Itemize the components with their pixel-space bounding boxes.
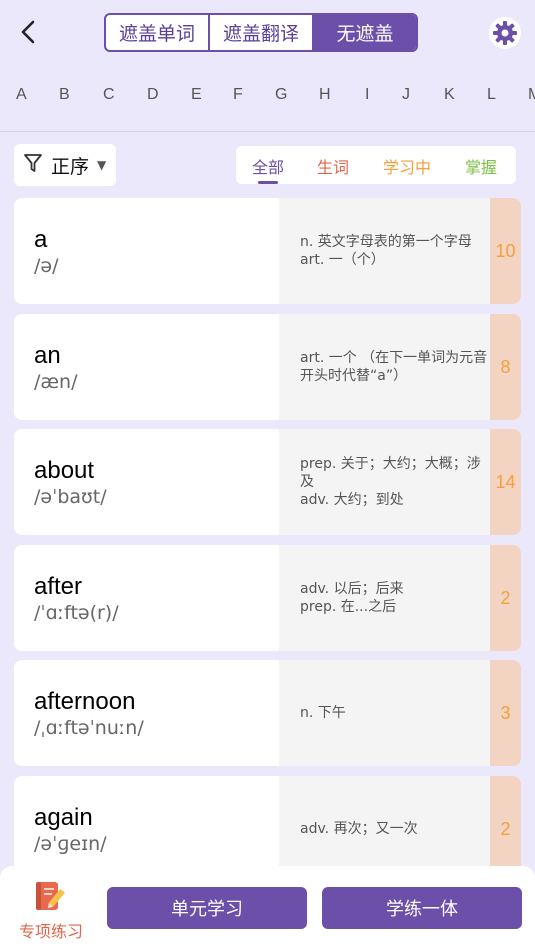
word-card[interactable]: after /ˈɑːftə(r)/ adv. 以后；后来 prep. 在...之… bbox=[14, 545, 521, 651]
count-cell: 14 bbox=[490, 429, 521, 535]
letter-d[interactable]: D bbox=[147, 86, 159, 104]
word-text: after bbox=[34, 573, 83, 600]
phonetic-text: /ə/ bbox=[34, 255, 59, 277]
word-cell: about /əˈbaʊt/ bbox=[14, 429, 279, 535]
letter-j[interactable]: J bbox=[402, 86, 410, 104]
letter-l[interactable]: L bbox=[487, 86, 496, 104]
filter-icon bbox=[23, 152, 43, 178]
letter-c[interactable]: C bbox=[103, 86, 115, 104]
review-count: 10 bbox=[495, 240, 516, 261]
segment-cover-translation[interactable]: 遮盖翻译 bbox=[210, 15, 314, 50]
segment-cover-word[interactable]: 遮盖单词 bbox=[106, 15, 210, 50]
word-cell: a /ə/ bbox=[14, 198, 279, 304]
letter-b[interactable]: B bbox=[59, 86, 70, 104]
bottom-bar: 专项练习 单元学习 学练一体 bbox=[0, 866, 535, 951]
tab-new-words[interactable]: 生词 bbox=[317, 154, 349, 178]
chevron-left-icon[interactable] bbox=[14, 16, 44, 48]
gear-icon[interactable] bbox=[488, 16, 522, 50]
top-bar: 遮盖单词 遮盖翻译 无遮盖 bbox=[0, 0, 535, 64]
sort-label: 正序 bbox=[51, 155, 90, 178]
word-cell: after /ˈɑːftə(r)/ bbox=[14, 545, 279, 651]
tab-learning[interactable]: 学习中 bbox=[383, 154, 431, 178]
special-practice-label: 专项练习 bbox=[18, 922, 83, 941]
notebook-pencil-icon bbox=[33, 880, 65, 912]
word-text: again bbox=[34, 804, 93, 831]
word-text: afternoon bbox=[34, 688, 136, 715]
unit-study-button[interactable]: 单元学习 bbox=[107, 887, 307, 929]
letter-g[interactable]: G bbox=[275, 86, 287, 104]
alphabet-index: A B C D E F G H I J K L M bbox=[0, 80, 535, 116]
tab-mastered[interactable]: 掌握 bbox=[465, 154, 497, 178]
count-cell: 3 bbox=[490, 660, 521, 766]
meaning-text: adv. 以后；后来 prep. 在...之后 bbox=[300, 581, 404, 615]
phonetic-text: /ˈɑːftə(r)/ bbox=[34, 602, 119, 624]
word-card[interactable]: afternoon /ˌɑːftəˈnuːn/ n. 下午 3 bbox=[14, 660, 521, 766]
sort-dropdown[interactable]: 正序 ▼ bbox=[14, 144, 116, 186]
active-tab-indicator bbox=[258, 181, 278, 184]
word-text: about bbox=[34, 457, 95, 484]
phonetic-text: /əˈbaʊt/ bbox=[34, 486, 107, 508]
review-count: 3 bbox=[500, 702, 511, 723]
status-filter-tabs: 全部 生词 学习中 掌握 bbox=[236, 146, 516, 184]
word-card[interactable]: about /əˈbaʊt/ prep. 关于；大约；大概；涉及 adv. 大约… bbox=[14, 429, 521, 535]
meaning-text: art. 一个 （在下一单词为元音开头时代替“a”） bbox=[300, 350, 488, 384]
word-card[interactable]: a /ə/ n. 英文字母表的第一个字母 art. 一（个） 10 bbox=[14, 198, 521, 304]
caret-down-icon: ▼ bbox=[97, 158, 107, 172]
word-card[interactable]: an /æn/ art. 一个 （在下一单词为元音开头时代替“a”） 8 bbox=[14, 314, 521, 420]
word-cell: an /æn/ bbox=[14, 314, 279, 420]
letter-i[interactable]: I bbox=[365, 86, 369, 104]
meaning-cell: n. 英文字母表的第一个字母 art. 一（个） bbox=[279, 198, 490, 304]
tab-all[interactable]: 全部 bbox=[252, 154, 284, 178]
phonetic-text: /æn/ bbox=[34, 371, 78, 393]
letter-k[interactable]: K bbox=[444, 86, 455, 104]
letter-m[interactable]: M bbox=[528, 86, 535, 104]
letter-e[interactable]: E bbox=[191, 86, 202, 104]
review-count: 8 bbox=[500, 356, 511, 377]
meaning-cell: prep. 关于；大约；大概；涉及 adv. 大约；到处 bbox=[279, 429, 490, 535]
study-practice-button[interactable]: 学练一体 bbox=[322, 887, 522, 929]
count-cell: 2 bbox=[490, 545, 521, 651]
letter-h[interactable]: H bbox=[319, 86, 331, 104]
meaning-cell: n. 下午 bbox=[279, 660, 490, 766]
meaning-text: adv. 再次；又一次 bbox=[300, 821, 418, 837]
special-practice-button[interactable]: 专项练习 bbox=[12, 878, 86, 941]
review-count: 2 bbox=[500, 818, 511, 839]
phonetic-text: /ˌɑːftəˈnuːn/ bbox=[34, 717, 144, 739]
review-count: 14 bbox=[495, 471, 516, 492]
meaning-text: n. 下午 bbox=[300, 705, 346, 721]
cover-mode-segmented: 遮盖单词 遮盖翻译 无遮盖 bbox=[104, 13, 418, 52]
meaning-cell: adv. 以后；后来 prep. 在...之后 bbox=[279, 545, 490, 651]
divider bbox=[0, 131, 535, 132]
meaning-text: prep. 关于；大约；大概；涉及 adv. 大约；到处 bbox=[300, 456, 481, 508]
count-cell: 8 bbox=[490, 314, 521, 420]
segment-no-cover[interactable]: 无遮盖 bbox=[314, 15, 416, 50]
word-text: a bbox=[34, 226, 48, 253]
word-text: an bbox=[34, 342, 61, 369]
letter-f[interactable]: F bbox=[233, 86, 243, 104]
phonetic-text: /əˈɡeɪn/ bbox=[34, 833, 107, 855]
letter-a[interactable]: A bbox=[16, 86, 27, 104]
count-cell: 10 bbox=[490, 198, 521, 304]
word-cell: afternoon /ˌɑːftəˈnuːn/ bbox=[14, 660, 279, 766]
meaning-text: n. 英文字母表的第一个字母 art. 一（个） bbox=[300, 234, 472, 268]
review-count: 2 bbox=[500, 587, 511, 608]
meaning-cell: art. 一个 （在下一单词为元音开头时代替“a”） bbox=[279, 314, 490, 420]
